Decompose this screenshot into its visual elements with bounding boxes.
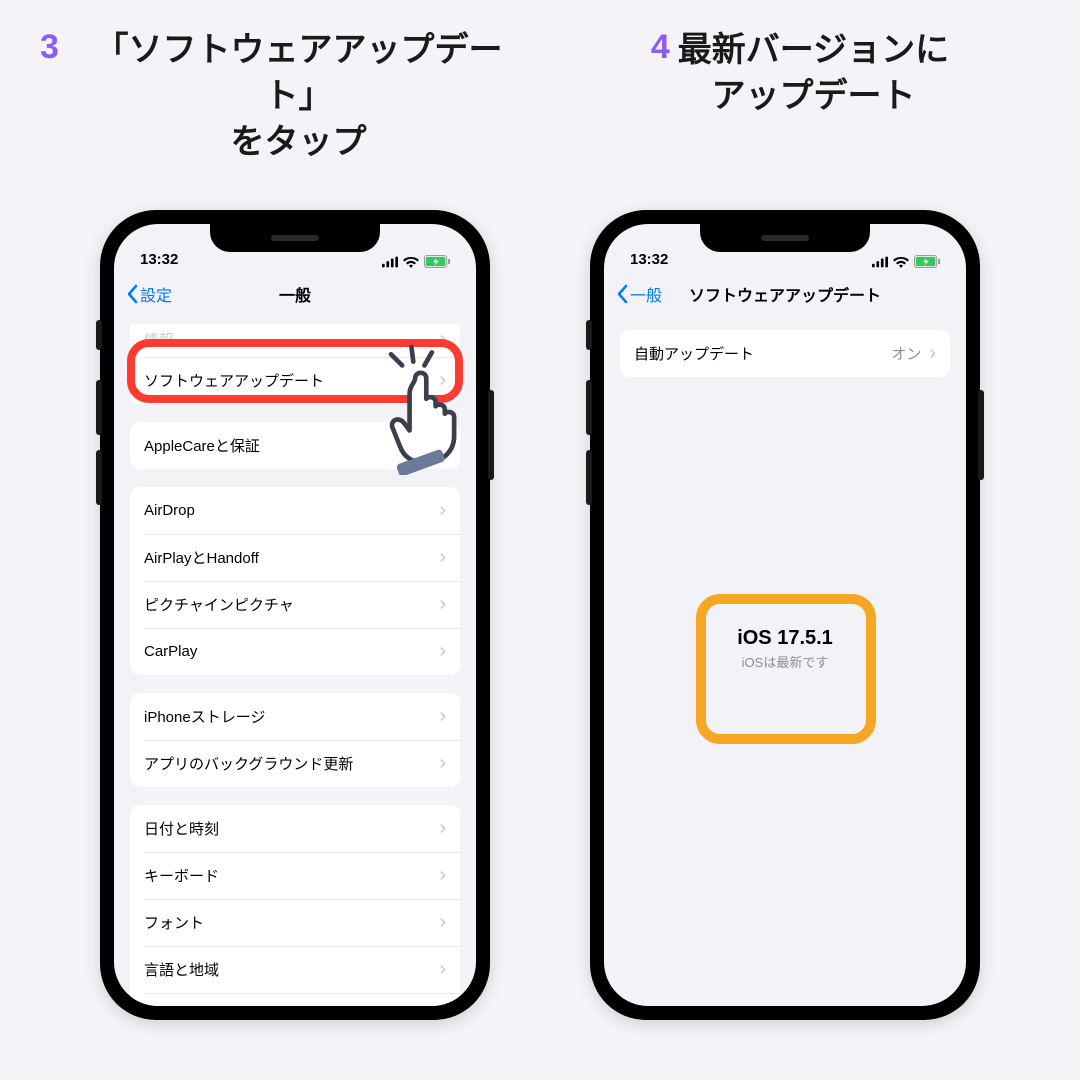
- chevron-right-icon: ›: [439, 640, 446, 663]
- chevron-right-icon: ›: [439, 593, 446, 616]
- battery-charging-icon: [914, 255, 940, 268]
- step4-text: 最新バージョンに アップデート: [678, 28, 949, 120]
- phone-mock-right: 13:32 一般 ソフトウェアアップデート 自動アップデート オン ›: [590, 210, 980, 1020]
- step4-number: 4: [651, 28, 670, 67]
- step4-header: 4 最新バージョンに アップデート: [570, 28, 1030, 120]
- chevron-right-icon: ›: [439, 752, 446, 775]
- settings-group-5: 日付と時刻› キーボード› フォント› 言語と地域› 辞書›: [130, 805, 460, 1006]
- row-airdrop[interactable]: AirDrop›: [130, 487, 460, 534]
- row-bg-refresh[interactable]: アプリのバックグラウンド更新›: [130, 740, 460, 787]
- back-label: 一般: [630, 282, 662, 306]
- nav-bar-right: 一般 ソフトウェアアップデート: [604, 272, 966, 316]
- chevron-right-icon: ›: [439, 546, 446, 569]
- mute-switch: [96, 320, 102, 350]
- row-auto-update[interactable]: 自動アップデート オン ›: [620, 330, 950, 377]
- settings-group-auto: 自動アップデート オン ›: [620, 330, 950, 377]
- screen-left: 13:32 設定 一般 情報 › ソフトウェアアップデート: [114, 224, 476, 1006]
- row-keyboard[interactable]: キーボード›: [130, 852, 460, 899]
- version-status: iOS 17.5.1 iOSは最新です: [620, 627, 950, 671]
- phone-mock-left: 13:32 設定 一般 情報 › ソフトウェアアップデート: [100, 210, 490, 1020]
- ios-version-sub: iOSは最新です: [620, 652, 950, 671]
- tap-cursor-icon: [370, 345, 490, 475]
- notch: [210, 224, 380, 252]
- chevron-right-icon: ›: [439, 958, 446, 981]
- power-button: [978, 390, 984, 480]
- chevron-right-icon: ›: [439, 911, 446, 934]
- back-button[interactable]: 一般: [616, 282, 662, 306]
- wifi-icon: [403, 256, 419, 268]
- chevron-right-icon: ›: [439, 705, 446, 728]
- back-label: 設定: [140, 282, 172, 306]
- row-airplay[interactable]: AirPlayとHandoff›: [130, 534, 460, 581]
- volume-up-button: [586, 380, 592, 435]
- chevron-left-icon: [616, 284, 628, 304]
- chevron-right-icon: ›: [929, 342, 936, 365]
- back-button[interactable]: 設定: [126, 282, 172, 306]
- nav-bar-left: 設定 一般: [114, 272, 476, 316]
- row-lang[interactable]: 言語と地域›: [130, 946, 460, 993]
- chevron-right-icon: ›: [439, 864, 446, 887]
- notch: [700, 224, 870, 252]
- chevron-left-icon: [126, 284, 138, 304]
- volume-down-button: [96, 450, 102, 505]
- chevron-right-icon: ›: [439, 1005, 446, 1006]
- step3-text: 「ソフトウェアアップデート」 をタップ: [67, 28, 530, 166]
- volume-up-button: [96, 380, 102, 435]
- row-dict[interactable]: 辞書›: [130, 993, 460, 1006]
- settings-group-3: AirDrop› AirPlayとHandoff› ピクチャインピクチャ› Ca…: [130, 487, 460, 675]
- chevron-right-icon: ›: [439, 817, 446, 840]
- chevron-right-icon: ›: [439, 499, 446, 522]
- mute-switch: [586, 320, 592, 350]
- cellular-icon: [382, 256, 398, 268]
- settings-group-4: iPhoneストレージ› アプリのバックグラウンド更新›: [130, 693, 460, 787]
- step3-header: 3 「ソフトウェアアップデート」 をタップ: [40, 28, 530, 166]
- row-datetime[interactable]: 日付と時刻›: [130, 805, 460, 852]
- status-time: 13:32: [630, 251, 668, 268]
- ios-version: iOS 17.5.1: [620, 627, 950, 650]
- step3-number: 3: [40, 28, 59, 67]
- status-time: 13:32: [140, 251, 178, 268]
- row-fonts[interactable]: フォント›: [130, 899, 460, 946]
- screen-right: 13:32 一般 ソフトウェアアップデート 自動アップデート オン ›: [604, 224, 966, 1006]
- wifi-icon: [893, 256, 909, 268]
- row-pip[interactable]: ピクチャインピクチャ›: [130, 581, 460, 628]
- battery-charging-icon: [424, 255, 450, 268]
- volume-down-button: [586, 450, 592, 505]
- row-storage[interactable]: iPhoneストレージ›: [130, 693, 460, 740]
- cellular-icon: [872, 256, 888, 268]
- row-carplay[interactable]: CarPlay›: [130, 628, 460, 675]
- row-auto-update-value: オン: [891, 343, 929, 364]
